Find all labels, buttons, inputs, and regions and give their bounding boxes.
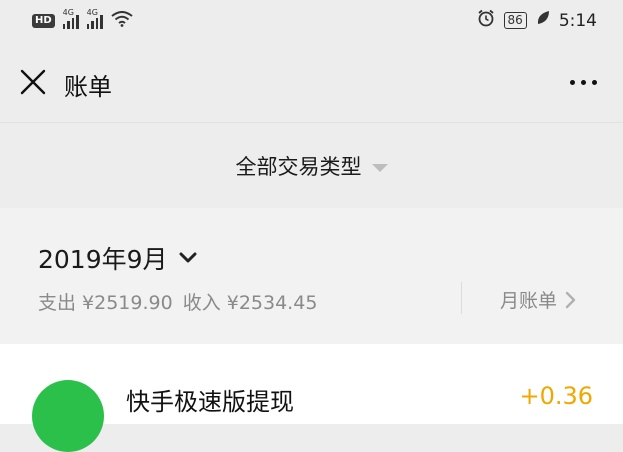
alarm-icon (477, 9, 495, 32)
more-dot-icon (569, 79, 575, 85)
transaction-icon (32, 380, 104, 452)
transaction-amount: +0.36 (519, 382, 593, 410)
more-options-button[interactable] (563, 70, 603, 94)
chevron-right-icon (565, 291, 576, 308)
wifi-icon (111, 11, 133, 31)
hd-badge: HD (32, 14, 55, 28)
divider (461, 282, 462, 314)
expense-total: 支出 ¥2519.90 (38, 292, 173, 314)
close-button[interactable] (16, 64, 52, 100)
month-selector[interactable]: 2019年9月 (38, 240, 198, 276)
signal-icon: 4G (62, 8, 79, 29)
month-label: 2019年9月 (38, 245, 168, 274)
income-total: 收入 ¥2534.45 (182, 292, 318, 314)
chevron-down-icon (179, 252, 197, 263)
more-dot-icon (591, 79, 597, 85)
status-time: 5:14 (558, 10, 597, 31)
status-bar: HD 4G 4G 86 5:14 (0, 0, 623, 42)
month-totals: 支出 ¥2519.90 收入 ¥2534.45 (38, 288, 317, 315)
battery-indicator: 86 (503, 12, 527, 29)
network-type-1: 4G (62, 8, 74, 17)
nav-header: 账单 (0, 42, 623, 122)
filter-label: 全部交易类型 (235, 155, 362, 179)
more-dot-icon (580, 79, 586, 85)
transaction-type-filter[interactable]: 全部交易类型 (0, 122, 623, 209)
leaf-icon (536, 10, 550, 31)
network-type-2: 4G (86, 8, 98, 17)
transaction-row[interactable]: 快手极速版提现 +0.36 (0, 344, 623, 452)
status-left: HD 4G 4G (32, 8, 133, 31)
monthly-bill-link[interactable]: 月账单 (500, 286, 577, 313)
close-icon (20, 69, 46, 95)
month-summary: 2019年9月 支出 ¥2519.90 收入 ¥2534.45 月账单 (0, 208, 623, 344)
signal-icon-2: 4G (86, 8, 103, 29)
status-right: 86 5:14 (477, 9, 597, 32)
monthly-bill-label: 月账单 (500, 290, 558, 312)
page-title: 账单 (64, 73, 112, 101)
caret-down-icon (371, 164, 388, 172)
